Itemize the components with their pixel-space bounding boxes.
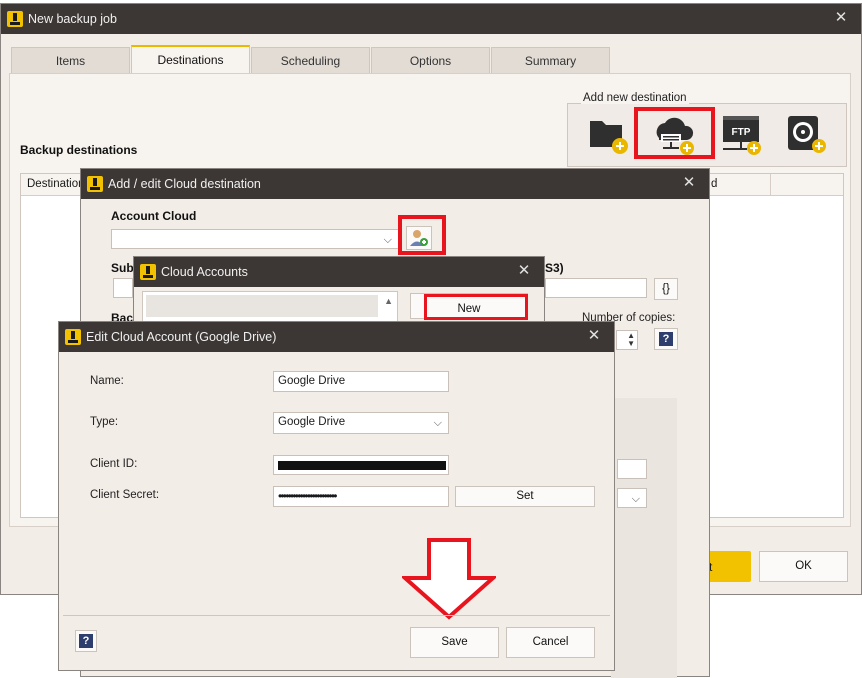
client-id-input[interactable] [273, 455, 449, 475]
chevron-down-icon: ⌵ [631, 493, 640, 505]
client-secret-input[interactable]: •••••••••••••••••••••••• [273, 486, 449, 507]
s3-label-fragment: S3) [545, 261, 564, 275]
edit-account-titlebar: Edit Cloud Account (Google Drive) ✕ [59, 322, 614, 352]
disk-add-icon[interactable] [784, 112, 830, 156]
add-account-highlight [398, 215, 446, 255]
cloud-dest-select-right[interactable]: ⌵ [617, 488, 647, 508]
col-destination-header[interactable]: Destination [27, 178, 85, 190]
tab-items[interactable]: Items [11, 47, 130, 75]
braces-button[interactable]: {} [654, 278, 678, 300]
arrow-down-icon [399, 538, 499, 620]
new-button-highlight [424, 294, 528, 320]
copies-spinner[interactable]: ▲ ▼ [616, 330, 638, 350]
cloud-destination-title: Add / edit Cloud destination [108, 177, 261, 191]
set-button[interactable]: Set [455, 486, 595, 507]
cloud-accounts-titlebar: Cloud Accounts ✕ [134, 257, 544, 287]
cloud-dest-help-button[interactable]: ? [654, 328, 678, 350]
ok-button[interactable]: OK [759, 551, 848, 582]
chevron-down-icon: ⌵ [433, 417, 442, 429]
client-secret-label: Client Secret: [90, 489, 160, 501]
subfolder-input[interactable] [113, 278, 133, 298]
main-titlebar: New backup job ✕ [1, 4, 861, 34]
type-select-value: Google Drive [278, 416, 346, 428]
ftp-add-icon[interactable]: FTP [721, 112, 765, 156]
folder-add-icon[interactable] [586, 113, 630, 155]
scroll-up-icon[interactable]: ▲ [384, 296, 393, 306]
help-icon: ? [79, 634, 93, 648]
type-select[interactable]: Google Drive ⌵ [273, 412, 449, 434]
app-logo-icon [7, 11, 23, 27]
account-cloud-select[interactable]: ⌵ [111, 229, 399, 249]
spinner-arrows-icon: ▲ ▼ [627, 331, 635, 348]
edit-account-close-icon[interactable]: ✕ [586, 328, 602, 344]
edit-help-button[interactable]: ? [75, 630, 97, 652]
dialog-logo-icon [140, 264, 156, 280]
backup-destinations-label: Backup destinations [20, 143, 138, 157]
edit-cloud-account-dialog: Edit Cloud Account (Google Drive) ✕ Name… [58, 321, 615, 671]
name-input[interactable]: Google Drive [273, 371, 449, 392]
dialog-divider [63, 615, 610, 616]
cloud-destination-close-icon[interactable]: ✕ [681, 175, 697, 191]
account-cloud-label: Account Cloud [111, 209, 197, 223]
save-button[interactable]: Save [410, 627, 499, 658]
cancel-button[interactable]: Cancel [506, 627, 595, 658]
s3-input[interactable] [545, 278, 647, 298]
dialog-logo-icon [87, 176, 103, 192]
tab-scheduling[interactable]: Scheduling [251, 47, 370, 75]
name-label: Name: [90, 375, 124, 387]
type-label: Type: [90, 416, 119, 428]
tab-summary[interactable]: Summary [491, 47, 610, 75]
help-icon: ? [659, 332, 673, 346]
cloud-add-highlight [634, 107, 715, 159]
subfolder-label-fragment: Sub [111, 261, 134, 275]
cloud-dest-field-right[interactable] [617, 459, 647, 479]
dialog-logo-icon [65, 329, 81, 345]
client-id-label: Client ID: [90, 458, 138, 470]
ftp-icon-text: FTP [732, 127, 751, 138]
chevron-down-icon: ⌵ [383, 234, 392, 246]
list-item[interactable] [146, 295, 378, 317]
main-close-icon[interactable]: ✕ [833, 10, 849, 26]
col-separator [770, 174, 771, 196]
redacted-text [278, 461, 446, 470]
add-destination-label: Add new destination [581, 92, 689, 104]
tab-destinations[interactable]: Destinations [131, 45, 250, 75]
col-right-header[interactable]: d [711, 178, 717, 190]
cloud-destination-titlebar: Add / edit Cloud destination ✕ [81, 169, 709, 199]
edit-account-title: Edit Cloud Account (Google Drive) [86, 330, 277, 344]
tab-options[interactable]: Options [371, 47, 490, 75]
main-window-title: New backup job [28, 12, 117, 26]
cloud-accounts-close-icon[interactable]: ✕ [516, 263, 532, 279]
cloud-accounts-title: Cloud Accounts [161, 265, 248, 279]
cloud-dest-options-panel [611, 398, 677, 678]
